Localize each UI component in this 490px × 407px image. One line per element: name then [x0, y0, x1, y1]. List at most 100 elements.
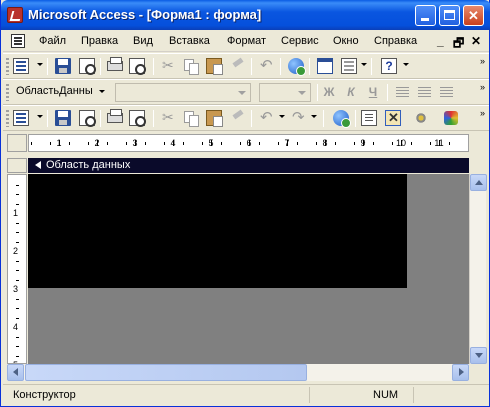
menu-edit[interactable]: Правка [81, 35, 118, 47]
ruler-tick [334, 142, 336, 145]
format-painter-icon[interactable] [229, 110, 245, 126]
print-icon[interactable] [107, 109, 123, 123]
menu-window[interactable]: Окно [333, 35, 359, 47]
document-menu-icon[interactable] [11, 34, 25, 48]
font-combo-arrow-icon[interactable] [234, 85, 249, 100]
scroll-right-icon[interactable] [452, 364, 469, 381]
title-bar[interactable]: Microsoft Access - [Форма1 : форма] ✕ [1, 0, 490, 30]
redo-icon[interactable] [291, 108, 307, 126]
object-combo[interactable]: ОбластьДанны [13, 83, 107, 102]
toolbar-grip[interactable] [6, 84, 9, 101]
doc-restore-icon[interactable]: 🗗 [453, 34, 464, 55]
grid-line [180, 175, 181, 287]
search-file-icon[interactable] [79, 58, 96, 75]
cut-icon[interactable] [161, 109, 177, 126]
redo-dropdown-icon[interactable] [311, 115, 317, 118]
toolbar-separator [280, 58, 281, 75]
doc-minimize-icon[interactable]: _ [437, 34, 444, 48]
doc-close-icon[interactable]: ✕ [471, 34, 481, 48]
menu-view[interactable]: Вид [133, 35, 153, 47]
database-window-icon[interactable] [317, 58, 333, 74]
toolbar-grip[interactable] [6, 58, 9, 75]
hyperlink-icon[interactable] [288, 58, 306, 76]
paste-icon[interactable] [206, 110, 223, 127]
ruler-tick [220, 142, 222, 145]
toolbar-options-icon[interactable]: » [480, 82, 485, 92]
format-painter-icon[interactable] [229, 58, 245, 74]
status-num-lock: NUM [373, 389, 399, 401]
horizontal-scroll-thumb[interactable] [25, 364, 307, 381]
paste-icon[interactable] [206, 58, 223, 75]
toolbar-separator [251, 58, 252, 75]
ruler-tick [410, 142, 412, 145]
ruler-tick [372, 142, 374, 145]
toolbar-grip[interactable] [6, 110, 9, 127]
vertical-ruler[interactable]: 12345 [7, 174, 27, 364]
toolbar-options-icon[interactable]: » [480, 108, 485, 118]
print-icon[interactable] [107, 57, 123, 71]
align-center-icon[interactable] [417, 84, 433, 100]
underline-button[interactable]: Ч [365, 84, 381, 100]
scroll-up-icon[interactable] [470, 174, 487, 191]
detail-section-grid[interactable] [28, 174, 407, 288]
toolbar-separator [371, 58, 372, 75]
font-size-arrow-icon[interactable] [294, 85, 309, 100]
horizontal-scrollbar[interactable] [7, 364, 469, 381]
maximize-button[interactable] [439, 5, 460, 26]
minimize-button[interactable] [415, 5, 436, 26]
new-object-icon[interactable] [341, 58, 357, 74]
section-header-detail[interactable]: Область данных [28, 158, 469, 173]
menu-help[interactable]: Справка [374, 35, 417, 47]
search-file-icon[interactable] [79, 110, 96, 127]
horizontal-ruler[interactable]: 1234567891011 [28, 134, 469, 152]
ruler-tick [287, 140, 288, 146]
field-list-icon[interactable] [361, 110, 377, 126]
form-design-surface[interactable] [28, 174, 469, 364]
font-combo[interactable] [115, 83, 251, 102]
help-dropdown-icon[interactable] [403, 63, 409, 66]
menu-tools[interactable]: Сервис [281, 35, 319, 47]
undo-icon[interactable] [259, 108, 275, 126]
bold-button[interactable]: Ж [321, 84, 337, 100]
align-right-icon[interactable] [439, 84, 455, 100]
view-dropdown-icon[interactable] [37, 115, 43, 118]
menu-insert[interactable]: Вставка [169, 35, 210, 47]
toolbar-separator [251, 110, 252, 127]
copy-icon[interactable] [183, 110, 199, 127]
access-app-icon[interactable] [7, 7, 23, 23]
autoformat-icon[interactable] [413, 110, 429, 126]
cut-icon[interactable] [161, 57, 177, 74]
section-selector[interactable] [7, 158, 27, 173]
new-object-dropdown-icon[interactable] [361, 63, 367, 66]
italic-button[interactable]: К [343, 84, 359, 100]
properties-icon[interactable] [443, 110, 459, 126]
grid-line [332, 175, 333, 287]
close-button[interactable]: ✕ [463, 5, 484, 26]
menu-format[interactable]: Формат [227, 35, 266, 47]
save-icon[interactable] [55, 110, 71, 126]
save-icon[interactable] [55, 58, 71, 74]
scroll-down-icon[interactable] [470, 347, 487, 364]
copy-icon[interactable] [183, 58, 199, 75]
view-icon[interactable] [13, 58, 29, 74]
toolbar-options-icon[interactable]: » [480, 56, 485, 66]
help-icon[interactable] [381, 58, 397, 74]
view-icon[interactable] [13, 110, 29, 126]
ruler-tick [16, 279, 19, 281]
undo-icon[interactable] [259, 56, 275, 74]
standard-toolbar: » [3, 105, 489, 131]
toolbox-icon[interactable] [385, 110, 401, 126]
vertical-scrollbar[interactable] [469, 174, 487, 364]
view-dropdown-icon[interactable] [37, 63, 43, 66]
ruler-corner[interactable] [7, 134, 27, 152]
align-left-icon[interactable] [395, 84, 411, 100]
hyperlink-icon[interactable] [333, 110, 351, 128]
ruler-tick [363, 140, 364, 146]
font-size-combo[interactable] [259, 83, 311, 102]
object-combo-arrow-icon[interactable] [99, 90, 105, 93]
print-preview-icon[interactable] [129, 110, 146, 127]
scroll-left-icon[interactable] [7, 364, 24, 381]
menu-file[interactable]: Файл [39, 35, 66, 47]
undo-dropdown-icon[interactable] [279, 115, 285, 118]
print-preview-icon[interactable] [129, 58, 146, 75]
